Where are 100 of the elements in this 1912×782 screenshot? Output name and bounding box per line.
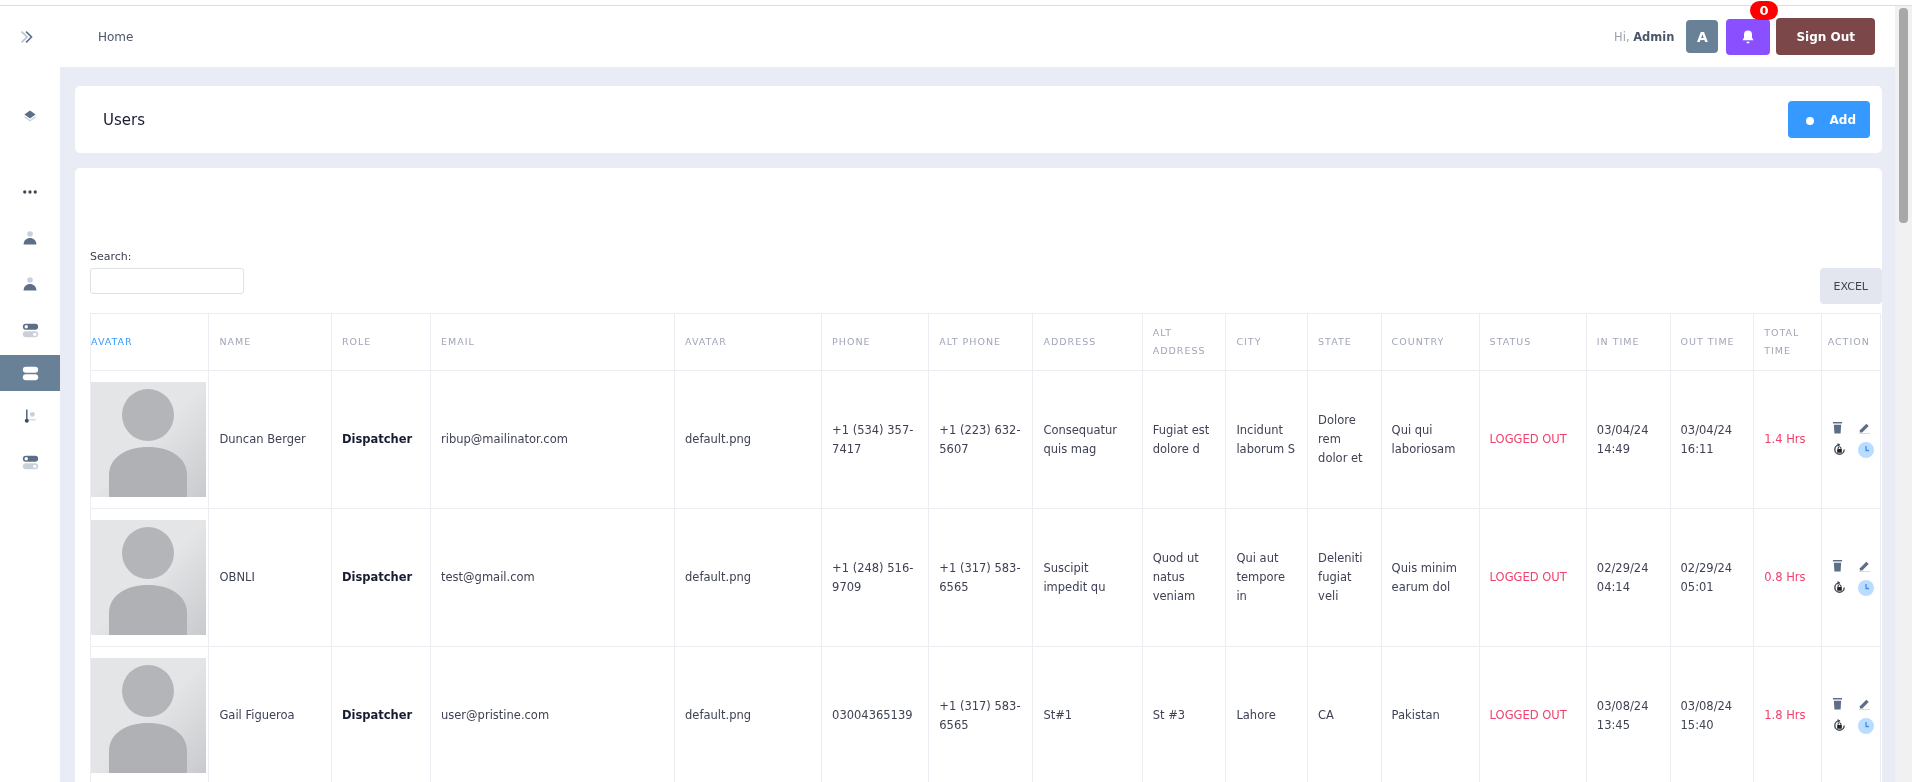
table-cell: Dolore rem dolor et	[1318, 413, 1363, 465]
table-cell: 1.8 Hrs	[1764, 708, 1806, 722]
column-header[interactable]: NAME	[208, 313, 332, 371]
column-header[interactable]: ALT ADDRESS	[1142, 313, 1226, 371]
delete-button[interactable]	[1831, 559, 1843, 572]
user-avatar-button[interactable]: A	[1686, 20, 1719, 53]
time-log-button[interactable]	[1857, 580, 1874, 596]
pencil-icon	[1857, 559, 1871, 572]
breadcrumb-link[interactable]: Home	[98, 29, 134, 44]
edit-button[interactable]	[1857, 421, 1871, 434]
table-cell: OBNLI	[219, 570, 255, 584]
column-header[interactable]: STATUS	[1479, 313, 1587, 371]
table-cell: St #3	[1152, 708, 1186, 722]
table-cell: Gail Figueroa	[219, 708, 295, 722]
table-cell: ribup@mailinator.com	[441, 432, 568, 446]
column-header[interactable]: IN TIME	[1586, 313, 1671, 371]
table-cell: +1 (534) 357-7417	[832, 422, 914, 456]
column-header[interactable]: COUNTRY	[1381, 313, 1480, 371]
clock-icon	[1857, 718, 1874, 734]
column-header[interactable]: ALT PHONE	[928, 313, 1033, 371]
notifications-button[interactable]	[1726, 18, 1771, 55]
time-log-button[interactable]	[1857, 718, 1874, 734]
table-cell: 03/04/24 14:49	[1596, 422, 1649, 456]
add-button[interactable]: Add	[1787, 101, 1870, 138]
table-cell: 03/04/24 16:11	[1680, 422, 1733, 456]
column-header[interactable]: ADDRESS	[1032, 313, 1143, 371]
table-cell: 0.8 Hrs	[1764, 570, 1806, 584]
lock-reset-icon	[1831, 442, 1847, 458]
trash-icon	[1831, 559, 1843, 572]
edit-button[interactable]	[1857, 559, 1871, 572]
table-cell: Dispatcher	[341, 432, 413, 446]
column-header[interactable]: TOTAL TIME	[1753, 313, 1822, 371]
trash-icon	[1831, 421, 1843, 434]
sidebar-item[interactable]	[0, 355, 60, 391]
column-header[interactable]: PHONE	[821, 313, 929, 371]
excel-export-button[interactable]: EXCEL	[1819, 268, 1882, 304]
table-cell: Quod ut natus veniam	[1152, 551, 1199, 603]
scrollbar[interactable]	[1895, 6, 1912, 782]
table-cell: Suscipit impedit qu	[1043, 560, 1106, 594]
delete-button[interactable]	[1831, 697, 1843, 710]
layers-icon	[22, 108, 38, 124]
dot-icon	[1805, 117, 1814, 125]
table-cell: 03004365139	[832, 708, 913, 722]
table-cell: Qui qui laboriosam	[1391, 422, 1456, 456]
table-cell: Duncan Berger	[219, 432, 306, 446]
table-cell: Deleniti fugiat veli	[1318, 551, 1363, 603]
table-cell: +1 (223) 632-5607	[939, 422, 1021, 456]
table-cell: 02/29/24 05:01	[1680, 560, 1733, 594]
column-header[interactable]: AVATAR	[90, 313, 209, 371]
page-title: Users	[103, 110, 145, 129]
column-header[interactable]: STATE	[1307, 313, 1382, 371]
table-cell: default.png	[685, 432, 752, 446]
person-icon	[22, 230, 38, 246]
table-cell: 02/29/24 04:14	[1596, 560, 1649, 594]
toggles-icon	[21, 364, 39, 382]
table-cell: Fugiat est dolore d	[1152, 422, 1210, 456]
table-cell: Quis minim earum dol	[1391, 560, 1457, 594]
table-cell: 03/08/24 15:40	[1680, 698, 1733, 732]
table-cell: Incidunt laborum S	[1236, 422, 1296, 456]
table-cell: Consequatur quis mag	[1043, 422, 1117, 456]
table-cell: CA	[1318, 708, 1334, 722]
clock-icon	[1857, 580, 1874, 596]
column-header[interactable]: CITY	[1225, 313, 1308, 371]
lock-reset-icon	[1831, 718, 1847, 734]
table-cell: user@pristine.com	[441, 708, 550, 722]
toggles-icon	[21, 453, 39, 471]
sign-out-button[interactable]: Sign Out	[1776, 18, 1875, 55]
branch-icon	[22, 408, 38, 424]
greeting-text: Hi, Admin	[1614, 29, 1675, 44]
table-cell: Dispatcher	[341, 570, 413, 584]
column-header[interactable]: ACTION	[1821, 313, 1881, 371]
pencil-icon	[1857, 421, 1871, 434]
column-header[interactable]: EMAIL	[430, 313, 675, 371]
more-icon	[22, 189, 38, 195]
delete-button[interactable]	[1831, 421, 1843, 434]
status-text: LOGGED OUT	[1489, 708, 1567, 722]
reset-password-button[interactable]	[1831, 580, 1847, 596]
column-header[interactable]: AVATAR	[674, 313, 822, 371]
edit-button[interactable]	[1857, 697, 1871, 710]
toggles-icon	[21, 321, 39, 339]
search-field[interactable]	[90, 268, 244, 294]
trash-icon	[1831, 697, 1843, 710]
column-header[interactable]: OUT TIME	[1670, 313, 1754, 371]
scrollbar-thumb[interactable]	[1899, 8, 1908, 223]
reset-password-button[interactable]	[1831, 718, 1847, 734]
table-cell: +1 (317) 583-6565	[939, 698, 1021, 732]
table-cell: test@gmail.com	[441, 570, 535, 584]
reset-password-button[interactable]	[1831, 442, 1847, 458]
lock-reset-icon	[1831, 580, 1847, 596]
notification-count-badge: 0	[1750, 0, 1778, 20]
table-cell: default.png	[685, 708, 752, 722]
table-cell: Qui aut tempore in	[1236, 551, 1286, 603]
pencil-icon	[1857, 697, 1871, 710]
table-cell: Lahore	[1236, 708, 1276, 722]
column-header[interactable]: ROLE	[331, 313, 431, 371]
table-cell: +1 (317) 583-6565	[939, 560, 1021, 594]
status-text: LOGGED OUT	[1489, 570, 1567, 584]
time-log-button[interactable]	[1857, 442, 1874, 458]
status-text: LOGGED OUT	[1489, 432, 1567, 446]
table-cell: +1 (248) 516-9709	[832, 560, 914, 594]
